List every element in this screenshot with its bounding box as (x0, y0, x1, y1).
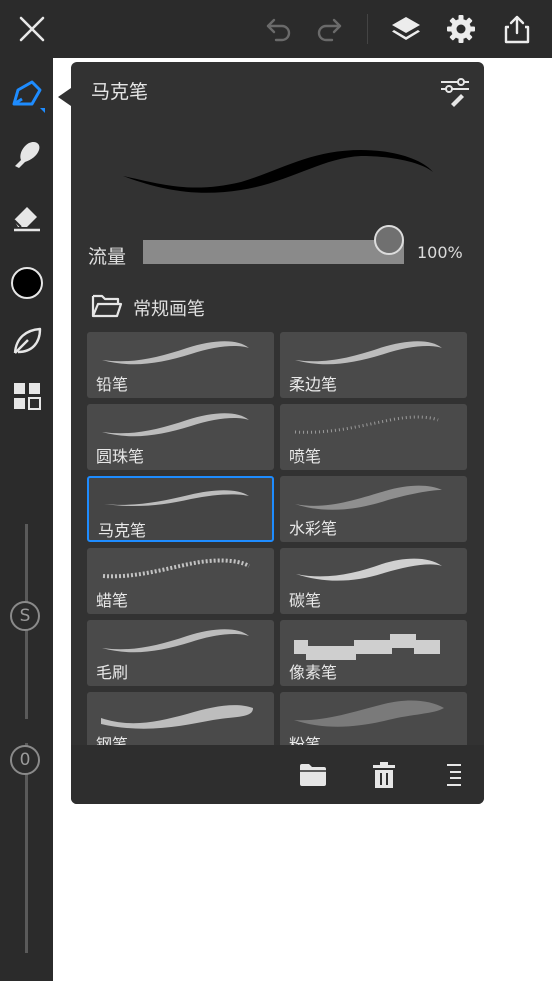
flow-slider-thumb[interactable] (374, 225, 404, 255)
pixel-cell (294, 640, 308, 654)
folder-open-icon (91, 293, 123, 323)
brush-tile-label: 钢笔 (96, 735, 129, 746)
toolbar-divider (367, 14, 368, 44)
brush-tile-label: 柔边笔 (289, 375, 338, 394)
pixel-cell (414, 640, 428, 654)
brush-panel: 马克笔 流量 100% 常规画笔 铅笔 柔边笔 圆珠笔 喷笔 马克笔 水彩笔 蜡笔 碳笔 毛刷像… (71, 62, 484, 804)
gear-icon[interactable] (444, 12, 478, 46)
undo-icon[interactable] (262, 12, 296, 46)
brush-tile-label: 圆珠笔 (96, 447, 145, 466)
brush-tile-label: 粉笔 (289, 735, 322, 746)
brush-tile[interactable]: 钢笔 (87, 692, 274, 745)
brush-tile[interactable]: 毛刷 (87, 620, 274, 686)
panel-bottom-bar (71, 745, 484, 804)
brush-tile-label: 毛刷 (96, 663, 129, 682)
opacity-slider-knob[interactable]: 0 (10, 745, 40, 775)
pixel-cell (342, 646, 356, 660)
size-slider-knob[interactable]: S (10, 601, 40, 631)
panel-title: 马克笔 (91, 81, 149, 103)
brush-tile-label: 碳笔 (289, 591, 322, 610)
folder-icon[interactable] (297, 759, 329, 791)
brush-tile-label: 像素笔 (289, 663, 338, 682)
pixel-cell (390, 634, 404, 648)
brush-tile[interactable]: 喷笔 (280, 404, 467, 470)
flow-value: 100% (417, 243, 463, 262)
pixel-cell (402, 634, 416, 648)
leaf-tool-icon[interactable] (8, 322, 46, 360)
pixel-cell (354, 640, 368, 654)
redo-icon[interactable] (312, 12, 346, 46)
color-swatch[interactable] (8, 264, 46, 302)
menu-icon[interactable] (438, 759, 470, 791)
flow-slider[interactable] (143, 225, 404, 264)
panel-pointer (58, 88, 71, 106)
brush-tile[interactable]: 碳笔 (280, 548, 467, 614)
top-toolbar (0, 0, 552, 58)
brush-tile-label: 蜡笔 (96, 591, 129, 610)
eraser-tool-icon[interactable] (8, 197, 46, 235)
brush-tile[interactable]: 铅笔 (87, 332, 274, 398)
brush-tile[interactable]: 圆珠笔 (87, 404, 274, 470)
brush-tile[interactable]: 粉笔 (280, 692, 467, 745)
size-slider-label: S (19, 606, 31, 626)
trash-icon[interactable] (368, 759, 400, 791)
brush-tile-label: 铅笔 (96, 375, 129, 394)
pixel-cell (378, 640, 392, 654)
flow-slider-fill (143, 240, 404, 264)
brush-tile[interactable]: 像素笔 (280, 620, 467, 686)
brush-tile[interactable]: 蜡笔 (87, 548, 274, 614)
pixel-cell (330, 646, 344, 660)
brush-folder-name: 常规画笔 (133, 299, 205, 320)
pixel-cell (426, 640, 440, 654)
brush-tile-label: 喷笔 (289, 447, 322, 466)
opacity-slider-label: 0 (19, 750, 31, 770)
close-icon[interactable] (15, 12, 49, 46)
brush-tile[interactable]: 水彩笔 (280, 476, 467, 542)
grid-tool-icon[interactable] (8, 377, 46, 415)
brush-tile[interactable]: 柔边笔 (280, 332, 467, 398)
brush-settings-icon[interactable] (439, 76, 471, 108)
brush-grid: 铅笔 柔边笔圆珠笔 喷笔马克笔 水彩笔蜡笔 碳笔毛刷 像素笔钢笔 粉笔 (87, 332, 469, 745)
share-icon[interactable] (500, 12, 534, 46)
smudge-tool-icon[interactable] (8, 135, 46, 173)
brush-tile[interactable]: 马克笔 (87, 476, 274, 542)
brush-tile-label: 水彩笔 (289, 519, 338, 538)
pixel-cell (318, 646, 332, 660)
brush-tile-label: 马克笔 (98, 521, 147, 540)
brush-tool-icon[interactable] (8, 76, 46, 114)
brush-preview-stroke (123, 150, 433, 193)
tool-sidebar: S 0 (0, 58, 53, 981)
layers-icon[interactable] (389, 12, 423, 46)
pixel-cell (366, 640, 380, 654)
brush-folder-header[interactable]: 常规画笔 (91, 294, 205, 322)
flow-label: 流量 (88, 246, 127, 268)
pixel-cell (306, 646, 320, 660)
